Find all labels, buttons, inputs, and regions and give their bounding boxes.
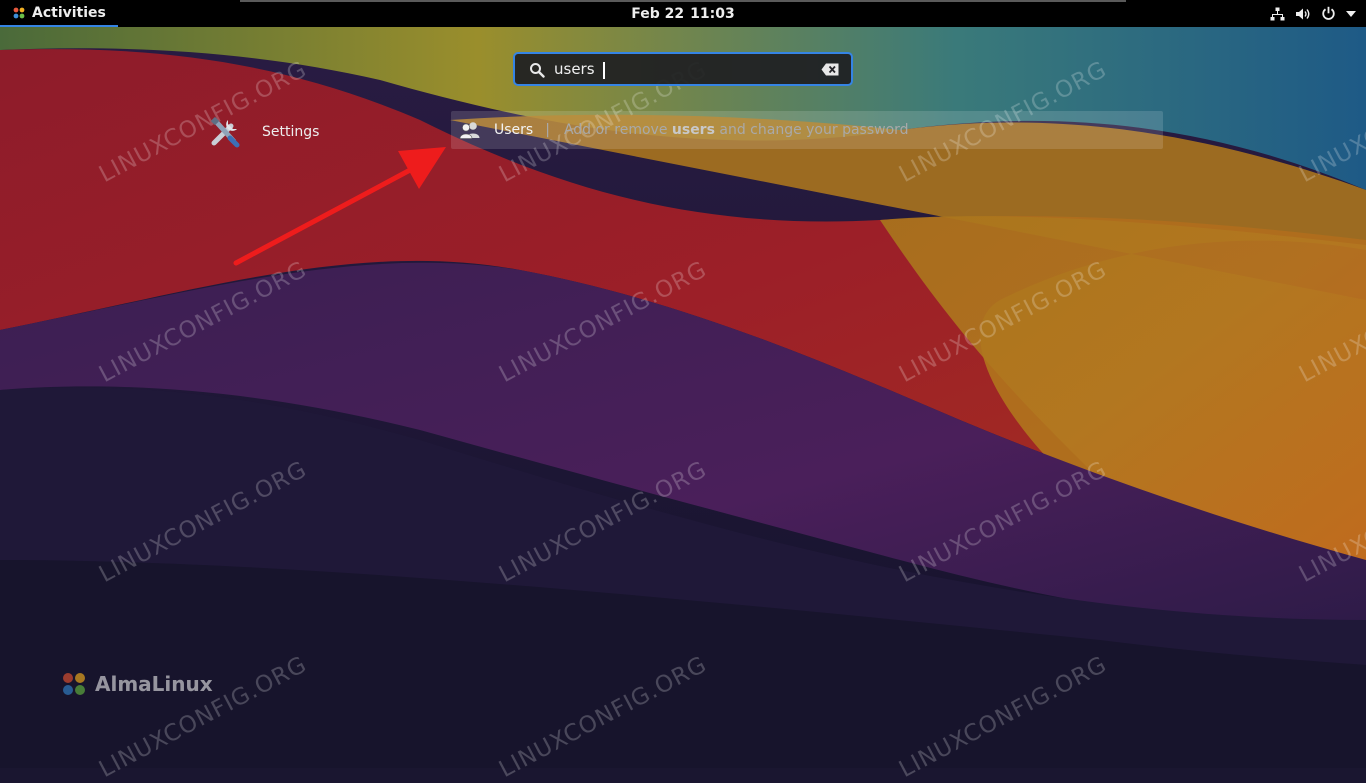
settings-label: Settings xyxy=(262,124,320,140)
users-icon xyxy=(459,122,480,139)
clock-time: 11:03 xyxy=(690,5,735,22)
activities-button[interactable]: Activities xyxy=(0,0,118,27)
top-bar: Activities Feb 22 11:03 xyxy=(0,0,1366,27)
text-cursor xyxy=(603,62,605,79)
clock-date: Feb 22 xyxy=(631,5,685,22)
result-separator: | xyxy=(545,122,550,138)
users-result-title: Users xyxy=(494,122,534,138)
volume-icon[interactable] xyxy=(1295,7,1311,21)
search-input[interactable] xyxy=(554,54,814,84)
almalinux-logo-icon xyxy=(13,7,25,18)
power-icon[interactable] xyxy=(1321,6,1336,21)
search-result-users[interactable]: Users | Add or remove users and change y… xyxy=(451,111,1163,149)
activities-label: Activities xyxy=(32,4,106,21)
menu-arrow-icon[interactable] xyxy=(1346,10,1356,17)
search-box[interactable] xyxy=(513,52,853,86)
almalinux-watermark-logo: AlmaLinux xyxy=(58,668,213,700)
system-tray[interactable] xyxy=(1270,0,1356,27)
almalinux-logo-icon xyxy=(63,673,85,695)
backspace-clear-icon[interactable] xyxy=(821,63,839,76)
distro-name: AlmaLinux xyxy=(95,672,213,696)
search-icon xyxy=(530,63,545,78)
clock-button[interactable]: Feb 22 11:03 xyxy=(603,0,763,27)
network-icon[interactable] xyxy=(1270,7,1285,21)
search-result-settings[interactable]: Settings xyxy=(205,113,445,151)
settings-tools-icon xyxy=(211,117,240,148)
users-result-description: Add or remove users and change your pass… xyxy=(563,122,909,138)
